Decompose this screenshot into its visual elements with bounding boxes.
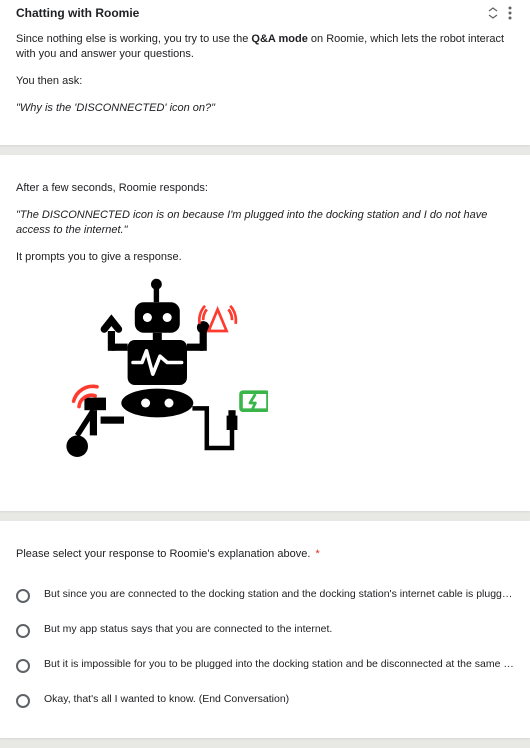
you-then-ask: You then ask: bbox=[16, 74, 514, 89]
option-label: But my app status says that you are conn… bbox=[44, 623, 514, 635]
option-1[interactable]: But my app status says that you are conn… bbox=[16, 615, 514, 650]
response-lead: After a few seconds, Roomie responds: bbox=[16, 181, 514, 196]
option-3[interactable]: Okay, that's all I wanted to know. (End … bbox=[16, 685, 514, 720]
option-label: But since you are connected to the docki… bbox=[44, 588, 514, 600]
section-response: After a few seconds, Roomie responds: "T… bbox=[0, 155, 530, 510]
option-2[interactable]: But it is impossible for you to be plugg… bbox=[16, 650, 514, 685]
roomie-quote: "The DISCONNECTED icon is on because I'm… bbox=[16, 208, 514, 238]
intro-paragraph: Since nothing else is working, you try t… bbox=[16, 32, 514, 62]
question-label: Please select your response to Roomie's … bbox=[16, 548, 310, 560]
section-intro: Chatting with Roomie Since nothing else … bbox=[0, 0, 530, 145]
radio-icon bbox=[16, 589, 30, 603]
intro-text-pre: Since nothing else is working, you try t… bbox=[16, 33, 251, 45]
section-question: Please select your response to Roomie's … bbox=[0, 521, 530, 738]
section-title: Chatting with Roomie bbox=[16, 6, 488, 20]
radio-icon bbox=[16, 694, 30, 708]
required-asterisk: * bbox=[315, 548, 319, 560]
intro-text-bold: Q&A mode bbox=[251, 33, 307, 45]
more-menu-icon[interactable] bbox=[508, 6, 512, 20]
option-label: But it is impossible for you to be plugg… bbox=[44, 658, 514, 670]
user-question: "Why is the 'DISCONNECTED' icon on?" bbox=[16, 101, 514, 116]
collapse-icon[interactable] bbox=[488, 7, 498, 19]
option-label: Okay, that's all I wanted to know. (End … bbox=[44, 693, 514, 705]
option-0[interactable]: But since you are connected to the docki… bbox=[16, 580, 514, 615]
question-text: Please select your response to Roomie's … bbox=[16, 547, 514, 562]
radio-icon bbox=[16, 659, 30, 673]
radio-icon bbox=[16, 624, 30, 638]
options-group: But since you are connected to the docki… bbox=[16, 580, 514, 720]
response-prompt: It prompts you to give a response. bbox=[16, 250, 514, 265]
robot-illustration bbox=[52, 277, 514, 493]
